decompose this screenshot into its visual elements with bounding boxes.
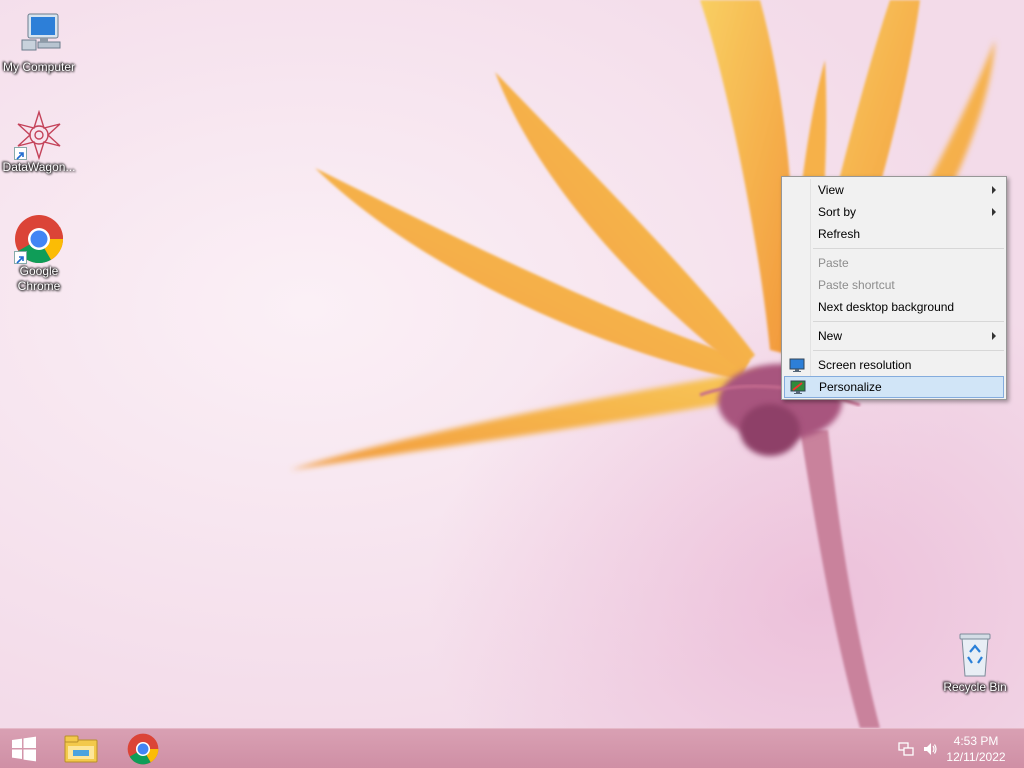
menu-item-refresh[interactable]: Refresh: [784, 223, 1004, 245]
desktop-icon-label: Google Chrome: [17, 264, 61, 293]
display-icon: [789, 357, 805, 373]
chrome-icon: [14, 214, 64, 264]
menu-item-label: New: [818, 329, 843, 343]
menu-item-next-desktop-background[interactable]: Next desktop background: [784, 296, 1004, 318]
menu-item-label: Paste: [818, 256, 849, 270]
submenu-arrow-icon: [992, 186, 996, 194]
menu-item-new[interactable]: New: [784, 325, 1004, 347]
menu-item-label: Paste shortcut: [818, 278, 895, 292]
submenu-arrow-icon: [992, 332, 996, 340]
menu-item-label: View: [818, 183, 844, 197]
datawagon-app-icon: [14, 109, 64, 161]
desktop[interactable]: My Computer DataWagon... Google Chrome R…: [0, 0, 1024, 768]
menu-separator: [813, 350, 1004, 351]
menu-item-paste-shortcut: Paste shortcut: [784, 274, 1004, 296]
desktop-icon-google-chrome[interactable]: Google Chrome: [0, 214, 78, 294]
shortcut-arrow-icon: [14, 251, 27, 264]
file-explorer-icon: [64, 735, 98, 763]
menu-item-label: Personalize: [819, 380, 882, 394]
desktop-icon-label: My Computer: [2, 60, 76, 74]
taskbar-clock[interactable]: 4:53 PM 12/11/2022: [940, 733, 1012, 765]
menu-separator: [813, 321, 1004, 322]
desktop-icon-datawagon[interactable]: DataWagon...: [0, 109, 78, 175]
volume-icon[interactable]: [922, 741, 938, 757]
menu-item-label: Refresh: [818, 227, 861, 241]
taskbar-chrome[interactable]: [116, 729, 170, 768]
network-icon[interactable]: [898, 741, 914, 757]
menu-item-label: Screen resolution: [818, 358, 912, 372]
desktop-icon-label: DataWagon...: [2, 160, 76, 174]
chrome-icon: [127, 733, 159, 765]
clock-time: 4:53 PM: [953, 734, 999, 748]
menu-item-view[interactable]: View: [784, 179, 1004, 201]
clock-date: 12/11/2022: [946, 750, 1006, 764]
desktop-icon-my-computer[interactable]: My Computer: [0, 10, 78, 75]
menu-item-sort-by[interactable]: Sort by: [784, 201, 1004, 223]
start-button[interactable]: [0, 729, 48, 768]
submenu-arrow-icon: [992, 208, 996, 216]
menu-item-paste: Paste: [784, 252, 1004, 274]
desktop-context-menu: View Sort by Refresh Paste Paste shortcu…: [781, 176, 1007, 400]
taskbar-file-explorer[interactable]: [54, 729, 108, 768]
shortcut-arrow-icon: [14, 147, 27, 160]
menu-item-label: Sort by: [818, 205, 857, 219]
menu-separator: [813, 248, 1004, 249]
menu-item-screen-resolution[interactable]: Screen resolution: [784, 354, 1004, 376]
desktop-icon-label: Recycle Bin: [943, 680, 1007, 694]
personalize-icon: [790, 379, 806, 395]
desktop-icon-recycle-bin[interactable]: Recycle Bin: [936, 630, 1014, 695]
menu-item-label: Next desktop background: [818, 300, 955, 314]
taskbar: 4:53 PM 12/11/2022: [0, 728, 1024, 768]
computer-icon: [14, 10, 64, 60]
windows-logo-icon: [12, 736, 36, 762]
menu-item-personalize[interactable]: Personalize: [784, 376, 1004, 398]
recycle-bin-icon: [950, 630, 1000, 680]
